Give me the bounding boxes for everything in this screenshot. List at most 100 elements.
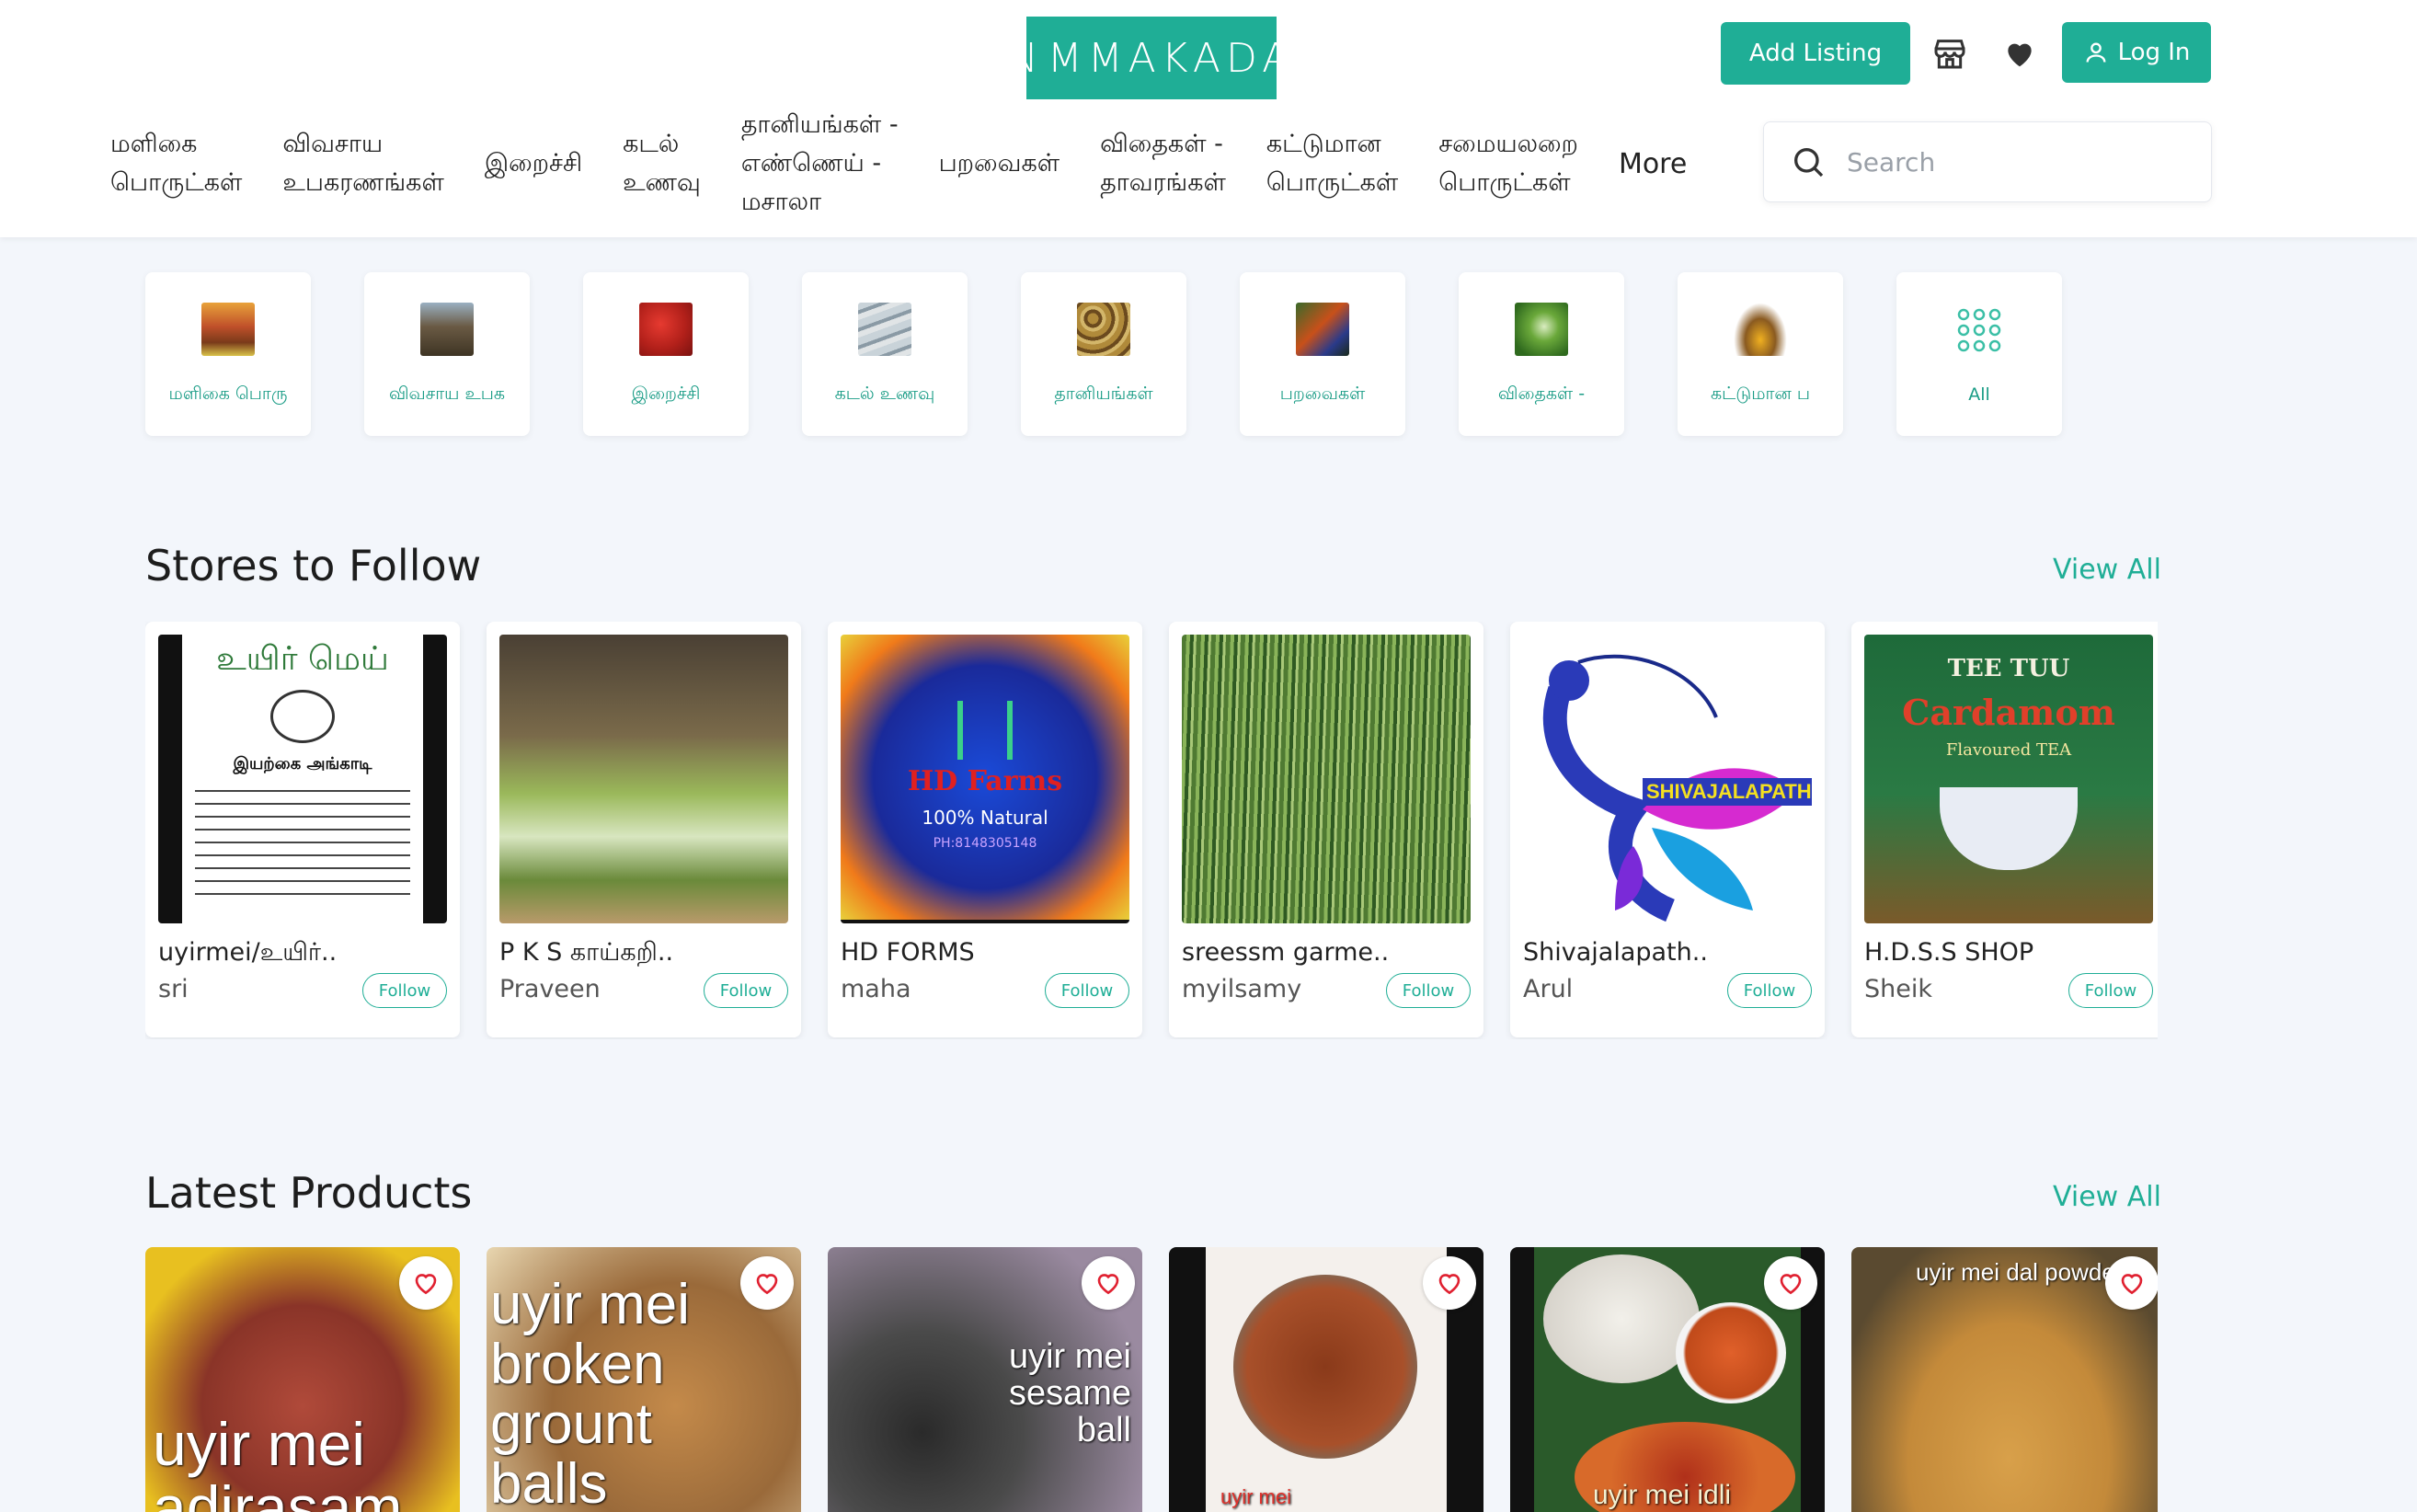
logo-prefix: N xyxy=(1007,34,1044,82)
search-input[interactable]: Search xyxy=(1763,121,2212,202)
category-tile[interactable]: இறைச்சி xyxy=(583,272,749,436)
category-label: விவசாய உபக xyxy=(388,383,506,404)
tea-cup-icon xyxy=(1940,787,2078,870)
follow-button[interactable]: Follow xyxy=(704,973,788,1008)
follow-button[interactable]: Follow xyxy=(1386,973,1471,1008)
follow-button[interactable]: Follow xyxy=(2068,973,2153,1008)
store-card[interactable]: TEE TUU Cardamom Flavoured TEA H.D.S.S S… xyxy=(1851,622,2158,1037)
favorite-heart-icon[interactable] xyxy=(1082,1256,1135,1310)
category-tiles: மளிகை பொரு விவசாய உபக இறைச்சி கடல் உணவு … xyxy=(145,272,2062,436)
store-image: SHIVAJALAPATHY xyxy=(1523,635,1812,923)
store-card[interactable]: P K S காய்கறி.. Praveen Follow xyxy=(487,622,801,1037)
nav-item-birds[interactable]: பறவைகள் xyxy=(939,144,1060,183)
product-card[interactable]: uyir mei adirasam xyxy=(145,1247,460,1512)
store-card[interactable]: sreessm garme.. myilsamy Follow xyxy=(1169,622,1483,1037)
farm-equipment-image xyxy=(420,302,474,356)
login-label: Log In xyxy=(2117,39,2191,66)
favorite-heart-icon[interactable] xyxy=(399,1256,452,1310)
product-card[interactable]: uyir mei xyxy=(1169,1247,1483,1512)
meat-image xyxy=(639,302,693,356)
follow-button[interactable]: Follow xyxy=(1727,973,1812,1008)
grid-icon xyxy=(1957,308,2001,352)
store-image: TEE TUU Cardamom Flavoured TEA xyxy=(1864,635,2153,923)
store-card[interactable]: உயிர் மெய் இயற்கை அங்காடி uyirmei/உயிர்.… xyxy=(145,622,460,1037)
construction-image xyxy=(1734,302,1787,356)
stores-section-title: Stores to Follow xyxy=(145,541,482,590)
store-card[interactable]: SHIVAJALAPATHY Shivajalapath.. Arul Foll… xyxy=(1510,622,1825,1037)
store-image-title: உயிர் மெய் xyxy=(216,640,389,678)
category-label: இறைச்சி xyxy=(631,383,701,404)
products-carousel: uyir mei adirasam uyir mei broken grount… xyxy=(145,1247,2158,1512)
store-image-subtitle: Flavoured TEA xyxy=(1945,740,2072,760)
store-owner: Arul xyxy=(1523,975,1574,1003)
nav-item-groceries[interactable]: மளிகை பொருட்கள் xyxy=(110,125,242,202)
store-name: P K S காய்கறி.. xyxy=(499,938,674,967)
favorite-heart-icon[interactable] xyxy=(1423,1256,1476,1310)
category-tile[interactable]: கட்டுமான ப xyxy=(1678,272,1843,436)
category-label: தானியங்கள் xyxy=(1054,383,1153,404)
product-card[interactable]: uyir mei idli xyxy=(1510,1247,1825,1512)
nav-item-seeds[interactable]: விதைகள் - தாவரங்கள் xyxy=(1100,125,1226,202)
category-tile[interactable]: மளிகை பொரு xyxy=(145,272,311,436)
stores-carousel: உயிர் மெய் இயற்கை அங்காடி uyirmei/உயிர்.… xyxy=(145,622,2158,1039)
login-button[interactable]: Log In xyxy=(2062,22,2211,83)
store-icon[interactable] xyxy=(1926,29,1974,77)
follow-button[interactable]: Follow xyxy=(362,973,447,1008)
store-owner: sri xyxy=(158,975,189,1003)
store-image-title: HD Farms xyxy=(907,765,1063,797)
products-view-all-link[interactable]: View All xyxy=(2053,1181,2161,1213)
favorite-heart-icon[interactable] xyxy=(2105,1256,2158,1310)
store-image-title: SHIVAJALAPATHY xyxy=(1643,778,1812,806)
nav-item-seafood[interactable]: கடல் உணவு xyxy=(623,125,701,202)
store-owner: maha xyxy=(841,975,911,1003)
category-nav: மளிகை பொருட்கள் விவசாய உபகரணங்கள் இறைச்ச… xyxy=(110,109,1687,219)
nav-item-construction[interactable]: கட்டுமான பொருட்கள் xyxy=(1266,125,1398,202)
store-image-phone: PH:8148305148 xyxy=(933,836,1037,851)
add-listing-button[interactable]: Add Listing xyxy=(1721,22,1910,85)
store-image xyxy=(499,635,788,923)
product-card[interactable]: uyir mei sesame ball xyxy=(828,1247,1142,1512)
category-tile[interactable]: விவசாய உபக xyxy=(364,272,530,436)
nav-more[interactable]: More xyxy=(1619,148,1687,180)
wishlist-heart-icon[interactable] xyxy=(1996,29,2044,77)
store-name: uyirmei/உயிர்.. xyxy=(158,938,338,967)
store-image-subtitle: இயற்கை அங்காடி xyxy=(233,754,372,773)
favorite-heart-icon[interactable] xyxy=(740,1256,794,1310)
product-card[interactable]: uyir mei broken grount balls xyxy=(487,1247,801,1512)
category-label: விதைகள் - xyxy=(1497,383,1586,404)
product-caption: uyir mei xyxy=(1220,1485,1292,1508)
store-name: sreessm garme.. xyxy=(1182,938,1390,967)
stores-view-all-link[interactable]: View All xyxy=(2053,554,2161,586)
product-card[interactable]: uyir mei dal powder xyxy=(1851,1247,2158,1512)
nav-item-farm-equipment[interactable]: விவசாய உபகரணங்கள் xyxy=(282,125,443,202)
nav-item-kitchen[interactable]: சமையலறை பொருட்கள் xyxy=(1438,125,1578,202)
store-owner: Sheik xyxy=(1864,975,1932,1003)
groceries-image xyxy=(201,302,255,356)
category-tile[interactable]: விதைகள் - xyxy=(1459,272,1624,436)
store-image-title: Cardamom xyxy=(1902,692,2115,733)
nav-item-grains[interactable]: தானியங்கள் - எண்ணெய் - மசாலா xyxy=(741,106,899,222)
store-name: Shivajalapath.. xyxy=(1523,938,1708,967)
store-card[interactable]: HD Farms 100% Natural PH:8148305148 HD F… xyxy=(828,622,1142,1037)
store-image: HD Farms 100% Natural PH:8148305148 xyxy=(841,635,1129,923)
site-logo[interactable]: N MMAKADA xyxy=(1008,17,1289,99)
store-name: H.D.S.S SHOP xyxy=(1864,938,2034,967)
store-owner: myilsamy xyxy=(1182,975,1302,1003)
category-tile[interactable]: தானியங்கள் xyxy=(1021,272,1186,436)
products-section-title: Latest Products xyxy=(145,1168,473,1218)
favorite-heart-icon[interactable] xyxy=(1764,1256,1817,1310)
nav-item-meat[interactable]: இறைச்சி xyxy=(485,144,582,183)
store-owner: Praveen xyxy=(499,975,601,1003)
user-icon xyxy=(2086,42,2106,63)
category-tile[interactable]: பறவைகள் xyxy=(1240,272,1405,436)
category-tile[interactable]: கடல் உணவு xyxy=(802,272,968,436)
follow-button[interactable]: Follow xyxy=(1045,973,1129,1008)
birds-image xyxy=(1296,302,1349,356)
product-caption: uyir mei dal powder xyxy=(1916,1258,2124,1286)
store-image-logo-icon xyxy=(957,701,1013,760)
store-name: HD FORMS xyxy=(841,938,975,967)
site-header: N MMAKADA Add Listing Log In மளிகை பொருட்… xyxy=(0,0,2417,237)
category-tile-all[interactable]: All xyxy=(1896,272,2062,436)
store-image: உயிர் மெய் இயற்கை அங்காடி xyxy=(158,635,447,923)
category-label: மளிகை பொரு xyxy=(168,383,288,404)
